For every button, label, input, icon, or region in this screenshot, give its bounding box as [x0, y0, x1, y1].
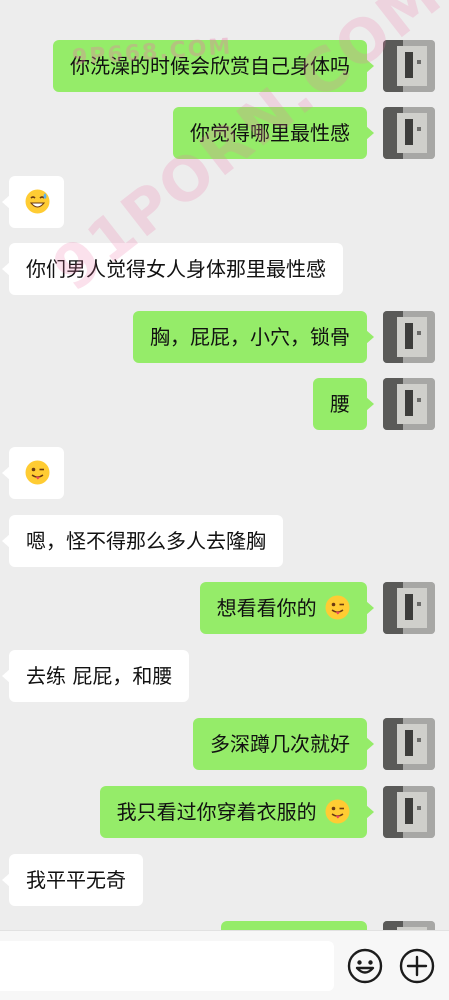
message-row-sent [0, 921, 449, 930]
grinning-sweat-emoji [25, 189, 50, 214]
message-row-received [0, 447, 449, 499]
message-row-sent: 想看看你的 [0, 582, 449, 634]
received-message-bubble[interactable] [2, 447, 64, 499]
received-message-bubble[interactable]: 嗯，怪不得那么多人去隆胸 [2, 515, 283, 567]
message-row-sent: 多深蹲几次就好 [0, 718, 449, 770]
message-row-received: 我平平无奇 [0, 854, 449, 906]
message-text: 想看看你的 [216, 596, 317, 620]
message-row-sent: 你洗澡的时候会欣赏自己身体吗 [0, 40, 449, 92]
sent-message-bubble[interactable]: 我只看过你穿着衣服的 [99, 786, 375, 838]
my-avatar[interactable] [383, 786, 435, 838]
message-row-sent: 胸，屁屁，小穴，锁骨 [0, 311, 449, 363]
message-text: 你洗澡的时候会欣赏自己身体吗 [70, 54, 350, 78]
message-row-received: 嗯，怪不得那么多人去隆胸 [0, 515, 449, 567]
my-avatar[interactable] [383, 718, 435, 770]
my-avatar[interactable] [383, 107, 435, 159]
message-text: 我平平无奇 [26, 868, 126, 892]
message-text: 腰 [330, 392, 350, 416]
message-row-sent: 你觉得哪里最性感 [0, 107, 449, 159]
sent-message-bubble[interactable]: 你觉得哪里最性感 [173, 107, 374, 159]
message-row-sent: 我只看过你穿着衣服的 [0, 786, 449, 838]
sent-message-bubble[interactable] [221, 921, 367, 930]
message-input[interactable] [0, 941, 334, 991]
message-text: 我只看过你穿着衣服的 [116, 800, 317, 824]
message-row-received [0, 176, 449, 228]
sent-message-bubble[interactable]: 多深蹲几次就好 [193, 718, 374, 770]
plus-circle-icon[interactable] [398, 947, 436, 985]
my-avatar[interactable] [383, 921, 435, 930]
winking-tongue-emoji [325, 595, 350, 620]
received-message-bubble[interactable] [2, 176, 64, 228]
chat-message-list[interactable]: 你洗澡的时候会欣赏自己身体吗 你觉得哪里最性感 你们男人觉得女人身体那里最性感 … [0, 0, 449, 930]
my-avatar[interactable] [383, 311, 435, 363]
message-row-received: 你们男人觉得女人身体那里最性感 [0, 243, 449, 295]
my-avatar[interactable] [383, 378, 435, 430]
message-row-received: 去练 屁屁，和腰 [0, 650, 449, 702]
my-avatar[interactable] [383, 40, 435, 92]
received-message-bubble[interactable]: 去练 屁屁，和腰 [1, 650, 190, 702]
sent-message-bubble[interactable]: 胸，屁屁，小穴，锁骨 [133, 311, 374, 363]
message-text: 去练 屁屁，和腰 [26, 664, 173, 688]
message-row-sent: 腰 [0, 378, 449, 430]
smiley-face-icon[interactable] [346, 947, 384, 985]
received-message-bubble[interactable]: 我平平无奇 [2, 854, 143, 906]
message-input-bar [0, 930, 449, 1000]
message-text: 嗯，怪不得那么多人去隆胸 [26, 529, 266, 553]
sent-message-bubble[interactable]: 想看看你的 [199, 582, 375, 634]
winking-tongue-emoji [325, 799, 350, 824]
my-avatar[interactable] [383, 582, 435, 634]
sent-message-bubble[interactable]: 腰 [313, 378, 374, 430]
message-text: 你觉得哪里最性感 [190, 121, 350, 145]
received-message-bubble[interactable]: 你们男人觉得女人身体那里最性感 [2, 243, 343, 295]
message-text: 多深蹲几次就好 [210, 732, 350, 756]
message-text: 你们男人觉得女人身体那里最性感 [26, 257, 326, 281]
winking-tongue-emoji [25, 460, 50, 485]
message-text: 胸，屁屁，小穴，锁骨 [150, 325, 350, 349]
sent-message-bubble[interactable]: 你洗澡的时候会欣赏自己身体吗 [53, 40, 374, 92]
